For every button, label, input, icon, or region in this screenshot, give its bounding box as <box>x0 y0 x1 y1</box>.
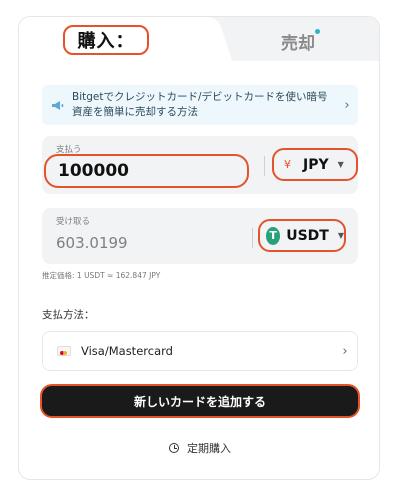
divider <box>252 228 253 248</box>
chevron-right-icon: › <box>344 97 350 113</box>
receive-currency-select[interactable]: T USDT ▼ <box>258 219 346 252</box>
pay-currency-code: JPY <box>303 156 329 173</box>
tab-bar: 購入： 売却 <box>19 17 379 61</box>
clock-icon <box>169 443 179 453</box>
add-card-button[interactable]: 新しいカードを追加する <box>40 384 360 418</box>
rate-text: 推定価格: 1 USDT ≈ 162.847 JPY <box>42 271 161 280</box>
megaphone-icon <box>42 100 72 111</box>
payment-method-label: 支払方法： <box>42 309 95 321</box>
payment-method-name: Visa/Mastercard <box>81 344 173 358</box>
pay-field: 支払う 100000 ¥ JPY ▼ <box>42 136 358 194</box>
receive-amount: 603.0199 <box>56 234 128 252</box>
payment-method-selector[interactable]: Visa/Mastercard › <box>42 331 358 371</box>
caret-down-icon: ▼ <box>337 231 344 240</box>
tab-sell-label[interactable]: 売却 <box>281 29 315 54</box>
receive-field: 受け取る 603.0199 T USDT ▼ <box>42 208 358 264</box>
pay-currency-select[interactable]: ¥ JPY ▼ <box>272 148 358 181</box>
credit-card-icon <box>57 346 71 356</box>
banner-text: Bitgetでクレジットカード/デビットカードを使い暗号資産を簡単に売却する方法 <box>72 91 328 118</box>
tether-icon: T <box>266 226 281 245</box>
tab-buy-label[interactable]: 購入： <box>63 25 149 55</box>
notification-dot <box>315 29 320 34</box>
yen-icon: ¥ <box>284 158 291 171</box>
recurring-buy-label: 定期購入 <box>187 442 231 455</box>
pay-amount-input[interactable]: 100000 <box>44 154 249 188</box>
caret-down-icon: ▼ <box>337 160 344 169</box>
receive-label: 受け取る <box>56 217 91 227</box>
chevron-right-icon: › <box>342 343 348 359</box>
buy-crypto-card: 購入： 売却 Bitgetでクレジットカード/デビットカードを使い暗号資産を簡単… <box>18 16 380 480</box>
divider <box>264 156 265 176</box>
info-banner[interactable]: Bitgetでクレジットカード/デビットカードを使い暗号資産を簡単に売却する方法… <box>42 85 358 125</box>
receive-currency-code: USDT <box>286 227 329 244</box>
recurring-buy-link[interactable]: 定期購入 <box>19 440 379 456</box>
